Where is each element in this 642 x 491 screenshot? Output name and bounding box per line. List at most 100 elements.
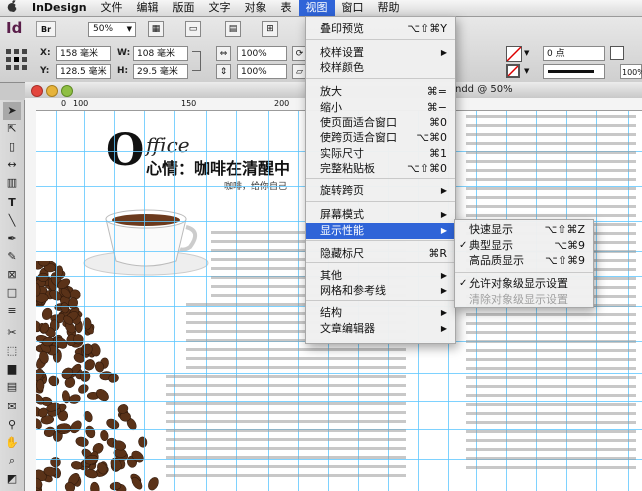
menu-edit[interactable]: 编辑 <box>130 0 166 16</box>
perf-menu-item-fast-display[interactable]: 快速显示 ⌥⇧⌘Z <box>455 222 593 238</box>
view-menu-item-screen-mode[interactable]: 屏幕模式 ▶ <box>306 207 455 223</box>
rectangle-tool-icon[interactable]: □ <box>3 284 21 302</box>
perf-menu-item-allow-object-level-display[interactable]: ✓ 允许对象级显示设置 <box>455 276 593 292</box>
coffee-bean <box>90 481 100 491</box>
document-title: ndd @ 50% <box>455 84 513 95</box>
view-menu-item-overprint-preview[interactable]: 叠印预览 ⌥⇧⌘Y <box>306 21 455 37</box>
menu-view[interactable]: 视图 <box>298 0 335 16</box>
view-menu-item-rotate-spread[interactable]: 旋转跨页 ▶ <box>306 183 455 199</box>
opacity-field[interactable]: 100% <box>620 64 642 79</box>
guide-vertical[interactable] <box>236 111 237 491</box>
line-tool-icon[interactable]: ╲ <box>3 212 21 230</box>
pen-tool-icon[interactable]: ✒ <box>3 230 21 248</box>
guide-vertical[interactable] <box>206 111 207 491</box>
zoom-field[interactable]: 50% ▼ <box>88 22 136 37</box>
horizontal-grid-icon[interactable]: ≡ <box>3 302 21 320</box>
view-menu-item-display-performance[interactable]: 显示性能 ▶ <box>306 223 455 239</box>
minimize-window-icon[interactable] <box>46 85 58 97</box>
type-tool-icon[interactable]: T <box>3 194 21 212</box>
gap-tool-icon[interactable]: ↔ <box>3 156 21 174</box>
app-menu-indesign[interactable]: InDesign <box>25 0 94 16</box>
gradient-swatch-tool-icon[interactable]: ▆ <box>3 360 21 378</box>
view-menu-item-zoom-out[interactable]: 缩小 ⌘− <box>306 100 455 116</box>
free-transform-tool-icon[interactable]: ⬚ <box>3 342 21 360</box>
view-menu-item-entire-pasteboard[interactable]: 完整粘贴板 ⌥⇧⌘0 <box>306 161 455 177</box>
page-tool-icon[interactable]: ▯ <box>3 138 21 156</box>
fx-icon[interactable] <box>610 46 624 60</box>
close-window-icon[interactable] <box>31 85 43 97</box>
fill-dropdown-icon[interactable]: ▼ <box>524 49 529 57</box>
menu-help[interactable]: 帮助 <box>371 0 407 16</box>
stroke-swatch[interactable] <box>506 64 520 78</box>
width-field[interactable]: 108 毫米 <box>133 46 188 61</box>
height-field[interactable]: 29.5 毫米 <box>133 64 188 79</box>
text-line <box>466 403 636 406</box>
perf-menu-item-typical-display[interactable]: ✓ 典型显示 ⌥⌘9 <box>455 238 593 254</box>
view-options-icon[interactable]: ▦ <box>148 21 164 37</box>
zoom-window-icon[interactable] <box>61 85 73 97</box>
view-menu-item-hide-rulers[interactable]: 隐藏标尺 ⌘R <box>306 246 455 262</box>
grid-view-icon[interactable]: ⊞ <box>262 21 278 37</box>
apple-menu-icon[interactable] <box>0 0 25 16</box>
gradient-feather-tool-icon[interactable]: ▤ <box>3 378 21 396</box>
zoom-tool-icon[interactable]: ⌕ <box>3 452 21 470</box>
view-menu-item-structure[interactable]: 结构 ▶ <box>306 305 455 321</box>
reference-point-icon[interactable] <box>4 45 30 75</box>
scale-x-field[interactable]: 100% <box>237 46 287 61</box>
note-tool-icon[interactable]: ✉ <box>3 398 21 416</box>
coffee-bean <box>37 272 49 282</box>
constrain-proportions-icon[interactable] <box>192 51 201 71</box>
guide-vertical[interactable] <box>114 111 115 491</box>
stroke-dropdown-icon[interactable]: ▼ <box>524 67 529 75</box>
menu-item-label: 完整粘贴板 <box>320 162 375 175</box>
scissors-tool-icon[interactable]: ✂ <box>3 324 21 342</box>
view-menu-item-proof-colors[interactable]: 校样颜色 <box>306 60 455 76</box>
guide-vertical[interactable] <box>174 111 175 491</box>
text-line <box>166 465 406 468</box>
guide-vertical[interactable] <box>298 111 299 491</box>
fill-stroke-icon[interactable]: ◩ <box>3 470 21 488</box>
screen-mode-icon[interactable]: ▭ <box>185 21 201 37</box>
x-position-field[interactable]: 158 毫米 <box>56 46 111 61</box>
eyedropper-tool-icon[interactable]: ⚲ <box>3 416 21 434</box>
content-collector-icon[interactable]: ▥ <box>3 174 21 192</box>
menu-layout[interactable]: 版面 <box>166 0 202 16</box>
bridge-button[interactable]: Br <box>36 21 56 37</box>
rectangle-frame-tool-icon[interactable]: ⊠ <box>3 266 21 284</box>
fill-swatch[interactable] <box>506 46 522 62</box>
coffee-cup-image[interactable] <box>76 201 216 281</box>
guide-horizontal[interactable] <box>36 373 642 374</box>
stroke-weight-field[interactable]: 0 点 <box>543 46 605 61</box>
stroke-type-field[interactable] <box>543 64 605 79</box>
arrange-documents-icon[interactable]: ▤ <box>225 21 241 37</box>
view-menu-item-story-editor[interactable]: 文章编辑器 ▶ <box>306 321 455 337</box>
menu-table[interactable]: 表 <box>274 0 299 16</box>
view-menu-item-grids-and-guides[interactable]: 网格和参考线 ▶ <box>306 283 455 299</box>
selection-tool-icon[interactable]: ➤ <box>3 102 21 120</box>
view-menu-item-fit-spread-in-window[interactable]: 使跨页适合窗口 ⌥⌘0 <box>306 130 455 146</box>
menu-object[interactable]: 对象 <box>238 0 274 16</box>
guide-vertical[interactable] <box>268 111 269 491</box>
menu-file[interactable]: 文件 <box>94 0 130 16</box>
menu-type[interactable]: 文字 <box>202 0 238 16</box>
guide-vertical[interactable] <box>56 111 57 491</box>
view-menu-item-extras[interactable]: 其他 ▶ <box>306 268 455 284</box>
hand-tool-icon[interactable]: ✋ <box>3 434 21 452</box>
coffee-bean <box>48 375 60 387</box>
menu-item-label: 使页面适合窗口 <box>320 116 397 129</box>
guide-vertical[interactable] <box>596 111 597 491</box>
pencil-tool-icon[interactable]: ✎ <box>3 248 21 266</box>
guide-vertical[interactable] <box>144 111 145 491</box>
guide-vertical[interactable] <box>628 111 629 491</box>
view-menu-item-actual-size[interactable]: 实际尺寸 ⌘1 <box>306 146 455 162</box>
perf-menu-item-high-quality-display[interactable]: 高品质显示 ⌥⇧⌘9 <box>455 253 593 269</box>
view-menu-item-zoom-in[interactable]: 放大 ⌘= <box>306 84 455 100</box>
y-position-field[interactable]: 128.5 毫米 <box>56 64 111 79</box>
menu-item-label: 旋转跨页 <box>320 184 364 197</box>
guide-vertical[interactable] <box>84 111 85 491</box>
menu-window[interactable]: 窗口 <box>335 0 371 16</box>
view-menu-item-proof-setup[interactable]: 校样设置 ▶ <box>306 45 455 61</box>
view-menu-item-fit-page-in-window[interactable]: 使页面适合窗口 ⌘0 <box>306 115 455 131</box>
direct-selection-tool-icon[interactable]: ⇱ <box>3 120 21 138</box>
scale-y-field[interactable]: 100% <box>237 64 287 79</box>
